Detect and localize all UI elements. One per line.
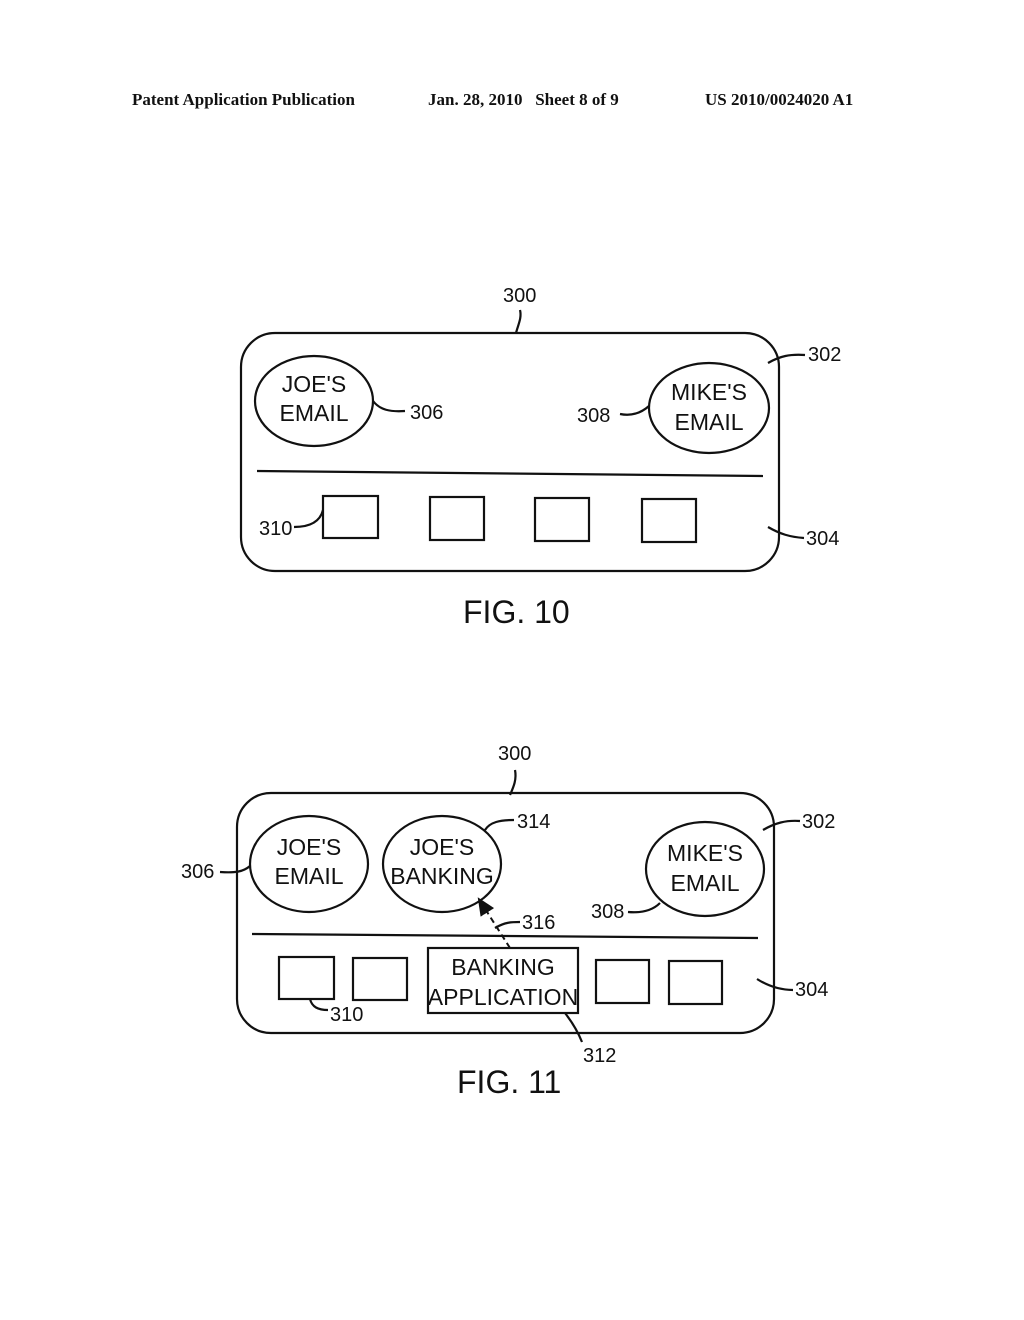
joe-banking-line1: JOE'S xyxy=(410,834,474,860)
patent-drawings: 300 302 304 JOE'S EMAIL 306 MIKE'S EMAIL… xyxy=(181,285,841,1100)
joe-email-line1: JOE'S xyxy=(282,371,346,397)
leader-line xyxy=(484,818,515,831)
ref-label-308: 308 xyxy=(577,405,610,427)
leader-line xyxy=(293,509,325,529)
figure-caption: FIG. 11 xyxy=(457,1064,561,1100)
banking-app-line2: APPLICATION xyxy=(428,984,578,1010)
joe-email-line2: EMAIL xyxy=(279,400,348,426)
ref-label-304: 304 xyxy=(806,528,839,550)
ref-label-306: 306 xyxy=(181,861,214,883)
ref-label-314: 314 xyxy=(517,811,550,833)
ref-label-312: 312 xyxy=(583,1045,616,1067)
app-icon-slot xyxy=(594,958,651,1005)
leader-line xyxy=(494,920,521,929)
app-icon-slot xyxy=(640,497,698,544)
divider-line xyxy=(251,932,759,940)
joe-banking-line2: BANKING xyxy=(390,863,494,889)
leader-line xyxy=(508,769,517,796)
mike-email-line1: MIKE'S xyxy=(671,379,747,405)
banking-app-line1: BANKING xyxy=(451,954,555,980)
leader-line xyxy=(219,865,251,874)
mike-email-node xyxy=(644,820,766,918)
leader-line xyxy=(762,819,801,831)
app-icon-slot xyxy=(277,955,336,1001)
divider-line xyxy=(256,469,764,478)
joe-email-line1: JOE'S xyxy=(277,834,341,860)
ref-label-300: 300 xyxy=(503,285,536,307)
ref-label-306: 306 xyxy=(410,402,443,424)
app-icon-slot xyxy=(428,495,486,542)
joe-email-line2: EMAIL xyxy=(274,863,343,889)
leader-line xyxy=(514,309,522,334)
ref-label-302: 302 xyxy=(808,344,841,366)
mike-email-line1: MIKE'S xyxy=(667,840,743,866)
ref-label-310: 310 xyxy=(259,518,292,540)
leader-line xyxy=(372,400,406,413)
ref-label-310: 310 xyxy=(330,1004,363,1026)
leader-line xyxy=(308,998,329,1012)
app-icon-slot xyxy=(667,959,724,1006)
leader-line xyxy=(767,353,806,364)
app-icon-slot xyxy=(321,494,380,540)
leader-line xyxy=(767,526,805,540)
drag-arrow xyxy=(477,897,511,949)
app-icon-slot xyxy=(351,956,409,1002)
leader-line xyxy=(619,405,650,416)
ref-label-302: 302 xyxy=(802,811,835,833)
figure-11: 300 302 304 JOE'S EMAIL 306 JOE'S BANKIN… xyxy=(181,743,835,1100)
leader-line xyxy=(627,902,661,914)
ref-label-304: 304 xyxy=(795,979,828,1001)
figure-10: 300 302 304 JOE'S EMAIL 306 MIKE'S EMAIL… xyxy=(239,285,841,630)
mike-email-line2: EMAIL xyxy=(670,870,739,896)
app-icon-slot xyxy=(533,496,591,543)
ref-label-308: 308 xyxy=(591,901,624,923)
mike-email-line2: EMAIL xyxy=(674,409,743,435)
ref-label-316: 316 xyxy=(522,912,555,934)
figure-caption: FIG. 10 xyxy=(463,594,570,630)
leader-line xyxy=(564,1012,584,1043)
mike-email-node xyxy=(647,361,771,455)
ref-label-300: 300 xyxy=(498,743,531,765)
